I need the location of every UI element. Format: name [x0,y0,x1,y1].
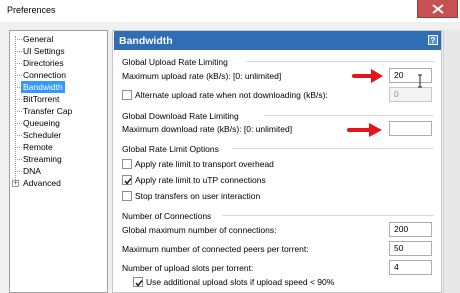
options-group-title: Global Rate Limit Options [122,144,219,154]
peers-per-torrent-input[interactable]: 50 [389,241,432,256]
title-bar [0,0,460,22]
panel-title: Bandwidth [119,35,173,47]
sidebar-item-ui-settings[interactable]: UI Settings [21,45,67,57]
sidebar-item-remote[interactable]: Remote [21,141,55,153]
divider [246,61,434,62]
sidebar-item-scheduler[interactable]: Scheduler [21,129,63,141]
max-upload-label: Maximum upload rate (kB/s): [0: unlimite… [122,71,282,81]
checkmark-icon [135,280,143,287]
overhead-label: Apply rate limit to transport overhead [135,159,274,169]
global-connections-input[interactable]: 200 [389,222,432,237]
sidebar-item-dna[interactable]: DNA [21,165,43,177]
help-icon[interactable]: ? [428,35,438,45]
extra-slots-checkbox[interactable] [133,277,143,287]
sidebar-item-advanced[interactable]: Advanced [21,177,63,189]
scrollbar[interactable] [443,30,460,293]
utp-checkbox[interactable] [122,175,132,185]
divider [232,148,434,149]
red-arrow-icon [347,123,382,137]
utp-label: Apply rate limit to uTP connections [135,175,266,185]
overhead-checkbox[interactable] [122,159,132,169]
checkmark-icon [124,178,132,185]
upload-slots-label: Number of upload slots per torrent: [122,263,254,273]
stop-transfers-checkbox[interactable] [122,191,132,201]
max-download-input[interactable] [389,121,432,136]
sidebar-item-bandwidth[interactable]: Bandwidth [21,81,65,93]
tree-connector [15,36,16,184]
sidebar-item-queueing[interactable]: Queueing [21,117,62,129]
divider [264,115,434,116]
window-title: Preferences [7,5,56,15]
red-arrow-icon [352,69,383,83]
text-cursor-icon [418,74,422,88]
divider [222,215,434,216]
extra-slots-label: Use additional upload slots if upload sp… [146,277,335,287]
sidebar-item-connection[interactable]: Connection [21,69,68,81]
stop-transfers-label: Stop transfers on user interaction [135,191,261,201]
alt-upload-label: Alternate upload rate when not downloadi… [135,90,328,100]
peers-per-torrent-label: Maximum number of connected peers per to… [122,244,309,254]
connections-group-title: Number of Connections [122,211,212,221]
sidebar-item-bittorrent[interactable]: BitTorrent [21,93,61,105]
sidebar-item-general[interactable]: General [21,33,55,45]
upload-slots-input[interactable]: 4 [389,260,432,275]
sidebar-item-transfer-cap[interactable]: Transfer Cap [21,105,74,117]
sidebar-item-streaming[interactable]: Streaming [21,153,64,165]
close-icon [432,4,444,14]
close-button[interactable] [417,0,458,18]
sidebar-item-directories[interactable]: Directories [21,57,66,69]
max-download-label: Maximum download rate (kB/s): [0: unlimi… [122,124,293,134]
alt-upload-input[interactable]: 0 [389,87,432,102]
alt-upload-checkbox[interactable] [122,90,132,100]
upload-group-title: Global Upload Rate Limiting [122,57,228,67]
global-connections-label: Global maximum number of connections: [122,225,277,235]
max-upload-input[interactable]: 20 [389,68,432,83]
download-group-title: Global Download Rate Limiting [122,111,239,121]
expand-icon[interactable]: + [12,180,19,187]
